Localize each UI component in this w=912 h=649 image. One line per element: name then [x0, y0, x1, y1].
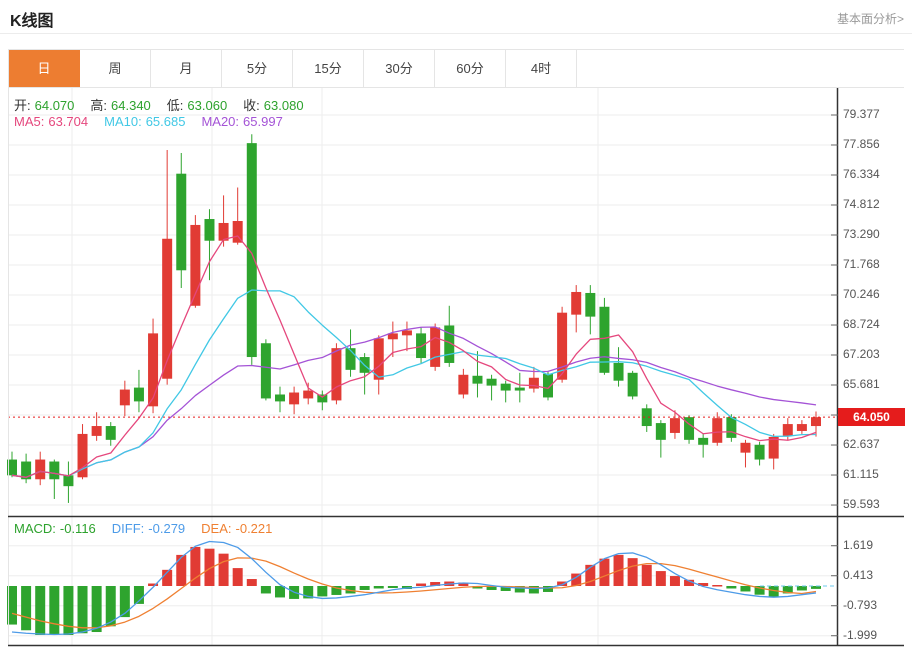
tab-month[interactable]: 月 — [151, 50, 222, 87]
svg-text:77.856: 77.856 — [843, 137, 880, 151]
low-label: 低: — [167, 98, 184, 113]
svg-text:65.681: 65.681 — [843, 377, 880, 391]
dea-label: DEA: — [201, 521, 231, 536]
ohlc-legend: 开: 64.070 高: 64.340 低:63.060 收: 63.080 — [14, 95, 308, 114]
macd-label: MACD: — [14, 521, 56, 536]
svg-text:71.768: 71.768 — [843, 257, 880, 271]
svg-text:70.246: 70.246 — [843, 287, 880, 301]
tab-60min[interactable]: 60分 — [435, 50, 506, 87]
close-label: 收: — [243, 98, 260, 113]
ma5-label: MA5: — [14, 114, 44, 129]
svg-text:73.290: 73.290 — [843, 227, 880, 241]
svg-text:61.115: 61.115 — [843, 467, 879, 481]
macd-legend: MACD: -0.116 DIFF:-0.279 DEA: -0.221 — [14, 521, 276, 536]
close-value: 63.080 — [264, 98, 304, 113]
high-value: 64.340 — [111, 98, 151, 113]
svg-text:67.203: 67.203 — [843, 347, 880, 361]
high-label: 高: — [90, 98, 107, 113]
macd-value: -0.116 — [60, 521, 96, 536]
svg-text:59.593: 59.593 — [843, 497, 880, 511]
svg-text:76.334: 76.334 — [843, 167, 880, 181]
tab-week[interactable]: 周 — [80, 50, 151, 87]
ma20-value: 65.997 — [243, 114, 283, 129]
tab-4hour[interactable]: 4时 — [506, 50, 577, 87]
open-label: 开: — [14, 98, 31, 113]
tab-day[interactable]: 日 — [9, 50, 80, 87]
period-tab-bar: 日 周 月 5分 15分 30分 60分 4时 — [8, 50, 577, 87]
svg-text:-0.793: -0.793 — [843, 598, 877, 612]
diff-label: DIFF: — [112, 521, 145, 536]
dea-value: -0.221 — [236, 521, 273, 536]
ma5-value: 63.704 — [48, 114, 88, 129]
tab-5min[interactable]: 5分 — [222, 50, 293, 87]
svg-text:-1.999: -1.999 — [843, 628, 877, 642]
svg-text:0.413: 0.413 — [843, 568, 873, 582]
ma10-label: MA10: — [104, 114, 142, 129]
svg-text:74.812: 74.812 — [843, 197, 880, 211]
tab-15min[interactable]: 15分 — [293, 50, 364, 87]
svg-text:79.377: 79.377 — [843, 107, 880, 121]
tab-30min[interactable]: 30分 — [364, 50, 435, 87]
current-price-badge: 64.050 — [838, 408, 905, 426]
svg-text:68.724: 68.724 — [843, 317, 880, 331]
low-value: 63.060 — [187, 98, 227, 113]
open-value: 64.070 — [35, 98, 75, 113]
ma20-label: MA20: — [201, 114, 239, 129]
ma-legend: MA5: 63.704 MA10: 65.685 MA20: 65.997 — [14, 114, 287, 129]
svg-text:1.619: 1.619 — [843, 538, 873, 552]
svg-text:62.637: 62.637 — [843, 437, 880, 451]
ma10-value: 65.685 — [146, 114, 186, 129]
diff-value: -0.279 — [148, 521, 185, 536]
